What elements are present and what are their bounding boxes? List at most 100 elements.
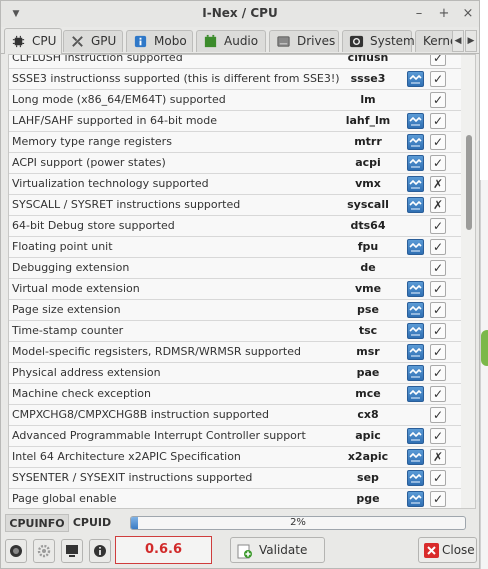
feature-row[interactable]: Virtualization technology supported vmx ✗ bbox=[9, 174, 461, 195]
feature-description: Floating point unit bbox=[12, 240, 113, 253]
info-icon bbox=[94, 545, 106, 557]
cpu-support-icon bbox=[407, 71, 424, 87]
check-icon: ✓ bbox=[430, 134, 446, 150]
check-icon: ✓ bbox=[430, 239, 446, 255]
check-icon: ✓ bbox=[430, 218, 446, 234]
tab-audio[interactable]: Audio bbox=[196, 30, 266, 52]
feature-row[interactable]: ACPI support (power states) acpi ✓ bbox=[9, 153, 461, 174]
feature-row[interactable]: Page global enable pge ✓ bbox=[9, 489, 461, 508]
tools-icon bbox=[72, 36, 83, 47]
feature-row[interactable]: SYSCALL / SYSRET instructions supported s… bbox=[9, 195, 461, 216]
cross-icon: ✗ bbox=[430, 197, 446, 213]
feature-row[interactable]: SYSENTER / SYSEXIT instructions supporte… bbox=[9, 468, 461, 489]
tab-scroll-left-button[interactable]: ◀ bbox=[452, 30, 464, 52]
feature-row[interactable]: SSSE3 instructionss supported (this is d… bbox=[9, 69, 461, 90]
cpu-support-icon bbox=[407, 155, 424, 171]
check-icon: ✓ bbox=[430, 407, 446, 423]
motherboard-icon bbox=[134, 35, 147, 48]
tab-scroll-right-button[interactable]: ▶ bbox=[465, 30, 477, 52]
check-icon: ✓ bbox=[430, 281, 446, 297]
cpu-support-icon bbox=[407, 176, 424, 192]
feature-flag: de bbox=[360, 261, 376, 274]
cpu-support-icon bbox=[407, 323, 424, 339]
close-button[interactable]: Close bbox=[418, 537, 477, 563]
feature-description: SYSENTER / SYSEXIT instructions supporte… bbox=[12, 471, 253, 484]
system-icon bbox=[349, 35, 364, 48]
validate-label: Validate bbox=[259, 543, 308, 557]
window-menu-icon[interactable]: ▼ bbox=[9, 7, 23, 21]
window-title: I-Nex / CPU bbox=[202, 6, 278, 20]
feature-description: Virtual mode extension bbox=[12, 282, 140, 295]
tab-drives[interactable]: Drives bbox=[269, 30, 339, 52]
check-icon: ✓ bbox=[430, 55, 446, 66]
feature-row[interactable]: CMPXCHG8/CMPXCHG8B instruction supported… bbox=[9, 405, 461, 426]
feature-row[interactable]: Model-specific regsisters, RDMSR/WRMSR s… bbox=[9, 342, 461, 363]
close-window-button[interactable]: × bbox=[460, 6, 476, 22]
feature-description: LAHF/SAHF supported in 64-bit mode bbox=[12, 114, 218, 127]
cross-icon: ✗ bbox=[430, 176, 446, 192]
tab-label: System bbox=[370, 34, 415, 48]
check-icon: ✓ bbox=[430, 428, 446, 444]
drive-icon bbox=[277, 36, 290, 47]
feature-row[interactable]: Physical address extension pae ✓ bbox=[9, 363, 461, 384]
feature-row[interactable]: Floating point unit fpu ✓ bbox=[9, 237, 461, 258]
cpu-support-icon bbox=[407, 470, 424, 486]
tab-mobo[interactable]: Mobo bbox=[126, 30, 193, 52]
feature-row[interactable]: Machine check exception mce ✓ bbox=[9, 384, 461, 405]
feature-row[interactable]: Page size extension pse ✓ bbox=[9, 300, 461, 321]
minimize-button[interactable]: – bbox=[411, 6, 427, 22]
feature-description: Page size extension bbox=[12, 303, 121, 316]
tab-kernel[interactable]: Kerne bbox=[415, 30, 457, 52]
vertical-scrollbar[interactable] bbox=[461, 55, 475, 508]
check-icon: ✓ bbox=[430, 92, 446, 108]
tab-gpu[interactable]: GPU bbox=[63, 30, 123, 52]
tab-label: Drives bbox=[297, 34, 336, 48]
feature-row[interactable]: CLFLUSH instruction supported clflush ✓ bbox=[9, 55, 461, 69]
scrollbar-thumb[interactable] bbox=[466, 135, 472, 230]
feature-row[interactable]: LAHF/SAHF supported in 64-bit mode lahf_l… bbox=[9, 111, 461, 132]
check-icon: ✓ bbox=[430, 71, 446, 87]
report-button[interactable] bbox=[61, 539, 83, 563]
camera-icon bbox=[10, 545, 22, 557]
maximize-button[interactable]: + bbox=[436, 6, 452, 22]
screenshot-button[interactable] bbox=[5, 539, 27, 563]
cpuid-tab[interactable]: CPUID bbox=[69, 514, 115, 532]
tab-cpu[interactable]: CPU bbox=[4, 28, 62, 54]
tab-label: Audio bbox=[224, 34, 259, 48]
desktop-background bbox=[480, 0, 488, 569]
feature-description: Long mode (x86_64/EM64T) supported bbox=[12, 93, 226, 106]
feature-description: Advanced Programmable Interrupt Controll… bbox=[12, 429, 306, 442]
feature-flag: dts64 bbox=[350, 219, 386, 232]
progress-bar: 2% bbox=[130, 516, 466, 530]
cpu-support-icon bbox=[407, 386, 424, 402]
title-bar[interactable]: ▼ I-Nex / CPU – + × bbox=[1, 1, 479, 27]
cpu-support-icon bbox=[407, 239, 424, 255]
feature-row[interactable]: Long mode (x86_64/EM64T) supported lm ✓ bbox=[9, 90, 461, 111]
feature-row[interactable]: Time-stamp counter tsc ✓ bbox=[9, 321, 461, 342]
chip-icon bbox=[12, 35, 25, 48]
tab-system[interactable]: System bbox=[342, 30, 415, 52]
feature-row[interactable]: Memory type range registers mtrr ✓ bbox=[9, 132, 461, 153]
tab-label: GPU bbox=[91, 34, 117, 48]
about-button[interactable] bbox=[89, 539, 111, 563]
close-label: Close bbox=[442, 543, 475, 557]
feature-row[interactable]: Virtual mode extension vme ✓ bbox=[9, 279, 461, 300]
check-icon: ✓ bbox=[430, 323, 446, 339]
cpu-flags-list[interactable]: CLFLUSH instruction supported clflush ✓ SSS… bbox=[8, 54, 476, 509]
gear-icon bbox=[37, 544, 51, 558]
check-icon: ✓ bbox=[430, 365, 446, 381]
cpuinfo-tab[interactable]: CPUINFO bbox=[5, 514, 69, 532]
tab-label: CPU bbox=[32, 34, 57, 48]
feature-description: Intel 64 Architecture x2APIC Specificati… bbox=[12, 450, 241, 463]
feature-row[interactable]: Advanced Programmable Interrupt Controll… bbox=[9, 426, 461, 447]
cpu-support-icon bbox=[407, 281, 424, 297]
settings-button[interactable] bbox=[33, 539, 55, 563]
validate-button[interactable]: Validate bbox=[230, 537, 325, 563]
tab-bar: CPU GPU Mobo Audio Drives System Kerne ◀… bbox=[1, 27, 479, 54]
feature-description: Machine check exception bbox=[12, 387, 152, 400]
feature-row[interactable]: Intel 64 Architecture x2APIC Specificati… bbox=[9, 447, 461, 468]
feature-row[interactable]: Debugging extension de ✓ bbox=[9, 258, 461, 279]
background-app-icon bbox=[481, 330, 488, 366]
feature-row[interactable]: 64-bit Debug store supported dts64 ✓ bbox=[9, 216, 461, 237]
audio-card-icon bbox=[204, 34, 217, 48]
